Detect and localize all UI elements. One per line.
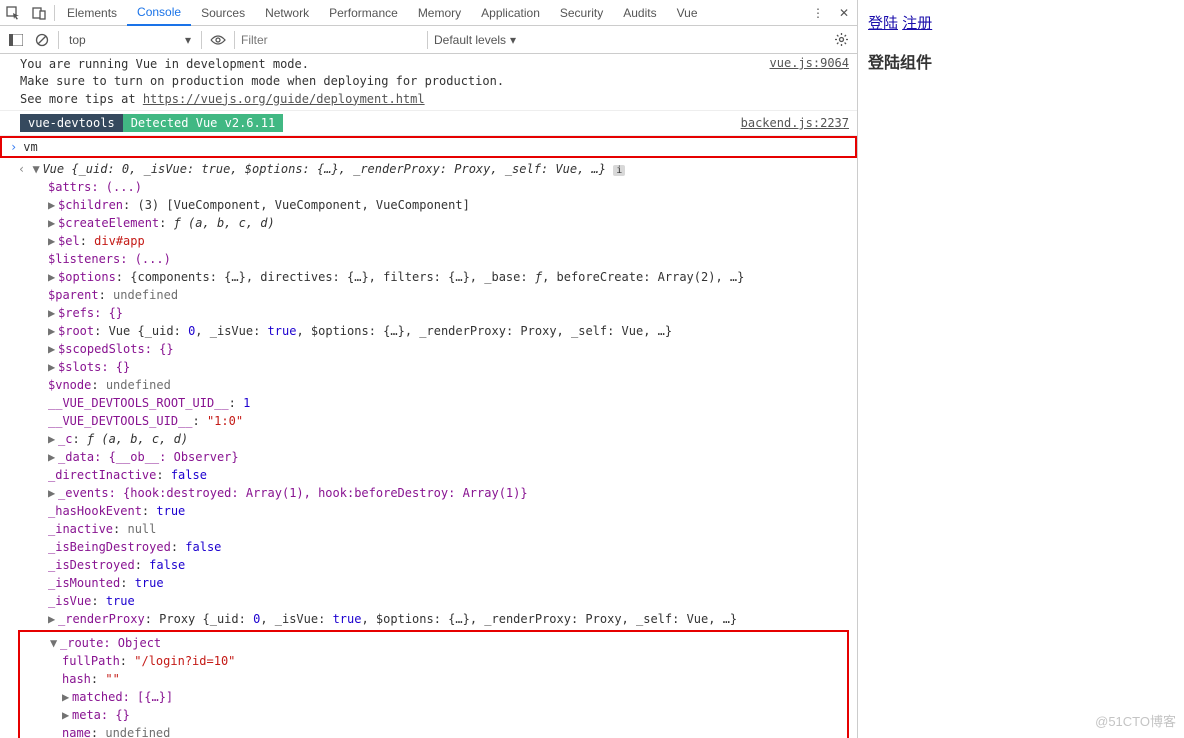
log-line: You are running Vue in development mode. — [20, 57, 309, 71]
prop[interactable]: __VUE_DEVTOOLS_UID__ — [48, 414, 193, 428]
prop-val: "" — [105, 672, 119, 686]
prop-val: true — [156, 504, 185, 518]
clear-icon[interactable] — [32, 30, 52, 50]
docs-link[interactable]: https://vuejs.org/guide/deployment.html — [143, 92, 425, 106]
prop[interactable]: _isDestroyed — [48, 558, 135, 572]
context-label: top — [69, 33, 86, 47]
tab-security[interactable]: Security — [550, 0, 613, 26]
tab-vue[interactable]: Vue — [667, 0, 708, 26]
prop[interactable]: name — [62, 726, 91, 738]
devtools-badge-row: vue-devtoolsDetected Vue v2.6.11 backend… — [0, 111, 857, 136]
prop[interactable]: Vue {_uid: 0, _isVue: true, $options: {…… — [109, 324, 673, 338]
prop[interactable]: _isVue — [48, 594, 91, 608]
prop[interactable]: _isMounted — [48, 576, 120, 590]
tab-console[interactable]: Console — [127, 0, 191, 26]
prop-val: undefined — [105, 726, 170, 738]
devtools-tabs: Elements Console Sources Network Perform… — [0, 0, 857, 26]
prop[interactable]: meta: {} — [72, 708, 130, 722]
prop-val: false — [185, 540, 221, 554]
prop-val: false — [171, 468, 207, 482]
prop[interactable]: _inactive — [48, 522, 113, 536]
prop[interactable]: _c — [58, 432, 72, 446]
detected-badge: Detected Vue v2.6.11 — [123, 114, 284, 132]
prop[interactable]: $vnode — [48, 378, 91, 392]
more-icon[interactable]: ⋮ — [805, 0, 831, 26]
prop[interactable]: _hasHookEvent — [48, 504, 142, 518]
prop-val: false — [149, 558, 185, 572]
prop[interactable]: $el — [58, 234, 80, 248]
inspect-icon[interactable] — [0, 0, 26, 26]
route-highlight-box: ▼_route: Object fullPath: "/login?id=10"… — [18, 630, 849, 738]
prop-val: null — [127, 522, 156, 536]
register-link[interactable]: 注册 — [902, 15, 932, 32]
prop[interactable]: hash — [62, 672, 91, 686]
tab-network[interactable]: Network — [255, 0, 319, 26]
log-line: See more tips at — [20, 92, 143, 106]
source-link[interactable]: vue.js:9064 — [770, 56, 849, 108]
output-tree: ‹ ▼Vue {_uid: 0, _isVue: true, $options:… — [0, 158, 857, 738]
prop[interactable]: $scopedSlots: {} — [58, 342, 174, 356]
command-text: vm — [23, 140, 37, 154]
page-title: 登陆组件 — [868, 49, 1174, 73]
prop[interactable]: (3) [VueComponent, VueComponent, VueComp… — [137, 198, 469, 212]
levels-select[interactable]: Default levels▾ — [434, 33, 516, 47]
prop-val: undefined — [106, 378, 171, 392]
prop-val: div#app — [94, 234, 145, 248]
info-icon[interactable]: i — [613, 165, 625, 176]
prop-val: ƒ (a, b, c, d) — [174, 216, 275, 230]
tab-application[interactable]: Application — [471, 0, 550, 26]
prop[interactable]: $parent — [48, 288, 99, 302]
prop[interactable]: __VUE_DEVTOOLS_ROOT_UID__ — [48, 396, 229, 410]
prop[interactable]: fullPath — [62, 654, 120, 668]
command-input-row: › vm — [0, 136, 857, 158]
gear-icon[interactable] — [831, 30, 851, 50]
log-message: You are running Vue in development mode.… — [0, 54, 857, 111]
prop[interactable]: _events: {hook:destroyed: Array(1), hook… — [58, 486, 528, 500]
source-link[interactable]: backend.js:2237 — [741, 116, 849, 130]
page-content: 登陆 注册 登陆组件 — [858, 0, 1184, 738]
prop-val: 1 — [243, 396, 250, 410]
prop[interactable]: _isBeingDestroyed — [48, 540, 171, 554]
prop-val: true — [106, 594, 135, 608]
prop[interactable]: $attrs: (...) — [48, 180, 142, 194]
eye-icon[interactable] — [208, 30, 228, 50]
prop-val: undefined — [113, 288, 178, 302]
log-line: Make sure to turn on production mode whe… — [20, 74, 504, 88]
tab-memory[interactable]: Memory — [408, 0, 471, 26]
close-icon[interactable]: ✕ — [831, 0, 857, 26]
sidebar-toggle-icon[interactable] — [6, 30, 26, 50]
prop[interactable]: _directInactive — [48, 468, 156, 482]
levels-label: Default levels — [434, 33, 506, 47]
prop-val: "/login?id=10" — [134, 654, 235, 668]
console-log: You are running Vue in development mode.… — [0, 54, 857, 738]
filter-input[interactable] — [241, 30, 421, 50]
console-toolbar: top▾ Default levels▾ — [0, 26, 857, 54]
context-select[interactable]: top▾ — [65, 33, 195, 47]
prop[interactable]: matched: [{…}] — [72, 690, 173, 704]
prop-val: "1:0" — [207, 414, 243, 428]
prop[interactable]: {components: {…}, directives: {…}, filte… — [130, 270, 744, 284]
prop[interactable]: $createElement — [58, 216, 159, 230]
tab-audits[interactable]: Audits — [613, 0, 666, 26]
prop[interactable]: $refs: {} — [58, 306, 123, 320]
tab-elements[interactable]: Elements — [57, 0, 127, 26]
tab-performance[interactable]: Performance — [319, 0, 408, 26]
route-object[interactable]: _route: Object — [60, 636, 161, 650]
watermark: @51CTO博客 — [1095, 711, 1176, 730]
prop[interactable]: _data: {__ob__: Observer} — [58, 450, 239, 464]
prop-val: true — [135, 576, 164, 590]
prop[interactable]: Proxy {_uid: 0, _isVue: true, $options: … — [159, 612, 737, 626]
devtools-badge: vue-devtools — [20, 114, 123, 132]
login-link[interactable]: 登陆 — [868, 15, 898, 32]
tab-sources[interactable]: Sources — [191, 0, 255, 26]
prop[interactable]: $listeners: (...) — [48, 252, 171, 266]
prop[interactable]: $slots: {} — [58, 360, 130, 374]
prop-val: ƒ (a, b, c, d) — [87, 432, 188, 446]
device-icon[interactable] — [26, 0, 52, 26]
vue-object[interactable]: Vue {_uid: 0, _isVue: true, $options: {…… — [42, 162, 606, 176]
prompt-icon: › — [10, 140, 17, 154]
